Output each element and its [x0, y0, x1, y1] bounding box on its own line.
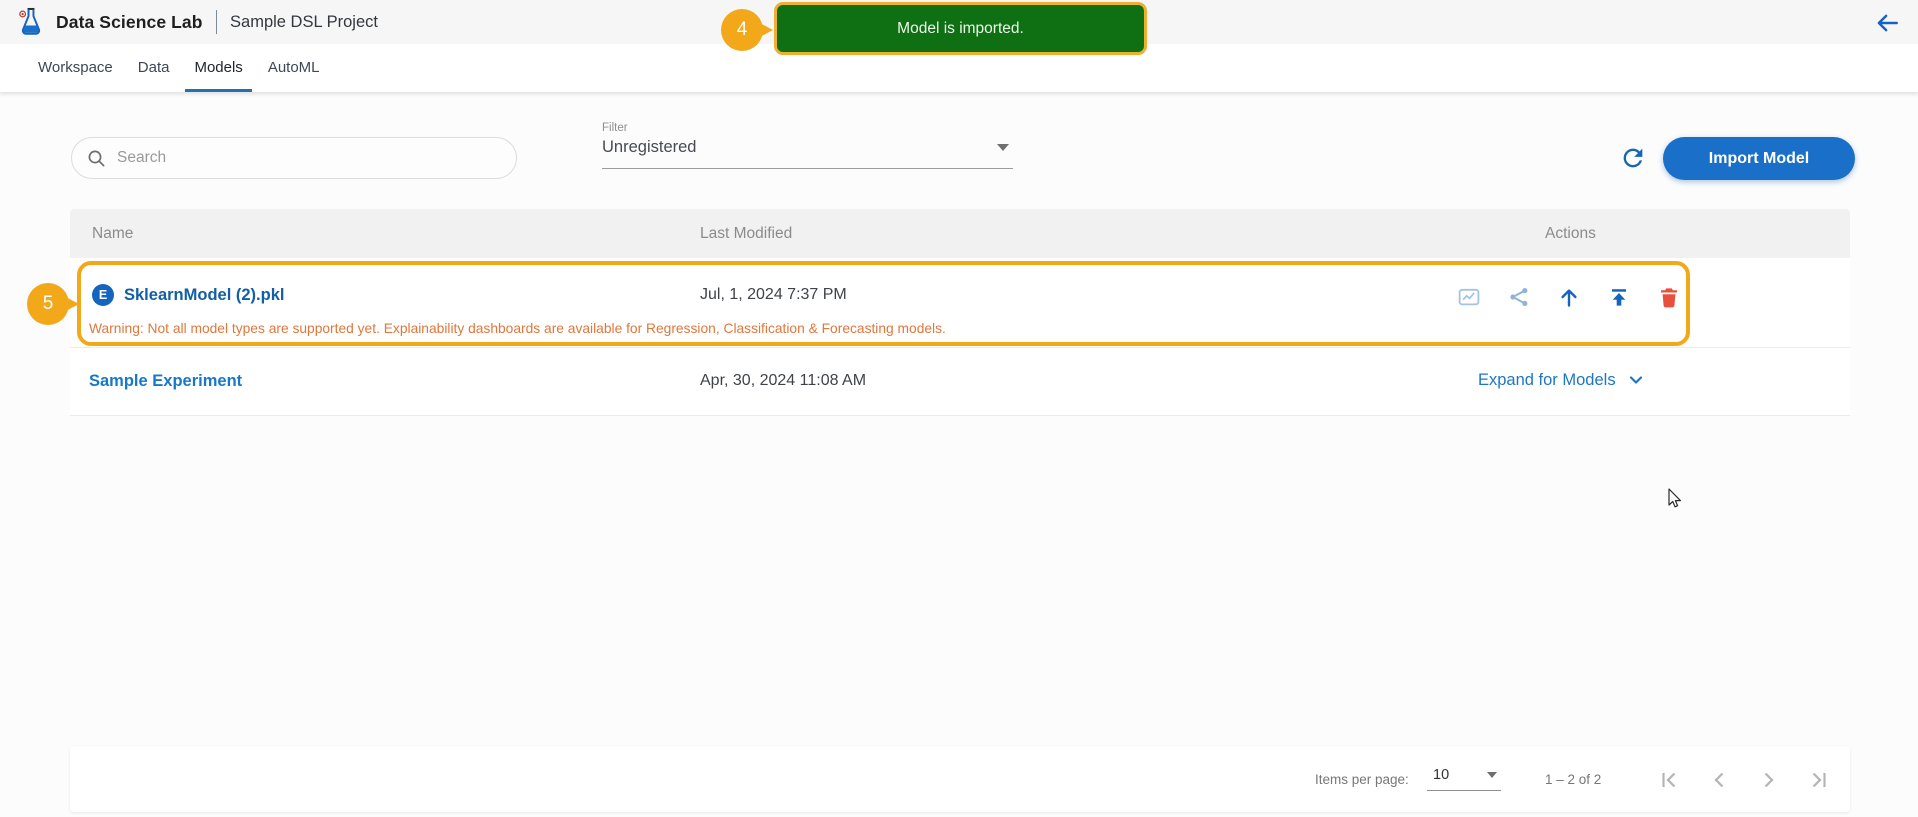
refresh-icon[interactable]	[1616, 142, 1650, 176]
expand-for-models-link[interactable]: Expand for Models	[1478, 370, 1646, 390]
experiment-name-link[interactable]: Sample Experiment	[89, 372, 242, 391]
column-header-name: Name	[92, 225, 134, 242]
back-arrow-icon[interactable]	[1870, 6, 1904, 40]
expand-for-models-label: Expand for Models	[1478, 370, 1616, 389]
delete-trash-icon[interactable]	[1657, 285, 1681, 309]
register-up-arrow-icon[interactable]	[1557, 285, 1581, 309]
filter-select[interactable]: Filter Unregistered	[602, 122, 1013, 169]
app-logo-flask-icon	[16, 6, 46, 38]
filter-label: Filter	[602, 122, 628, 134]
table-row-sample-experiment[interactable]: Sample Experiment Apr, 30, 2024 11:08 AM…	[70, 348, 1850, 416]
chevron-down-icon	[1629, 376, 1642, 384]
model-warning-text: Warning: Not all model types are support…	[89, 321, 946, 336]
search-box	[71, 137, 517, 179]
previous-page-icon[interactable]	[1708, 769, 1730, 791]
annotation-step-4-marker: 4	[721, 9, 773, 51]
upload-to-top-icon[interactable]	[1607, 285, 1631, 309]
filter-caret-down-icon	[997, 144, 1009, 151]
first-page-icon[interactable]	[1658, 769, 1680, 791]
items-per-page-select[interactable]: 10	[1427, 767, 1501, 791]
toast-model-imported: Model is imported.	[774, 2, 1147, 55]
table-row-sklearn-model[interactable]: E SklearnModel (2).pkl Jul, 1, 2024 7:37…	[70, 258, 1850, 348]
title-divider	[215, 10, 218, 34]
annotation-step-5-marker: 5	[27, 283, 79, 325]
column-header-actions: Actions	[1545, 225, 1596, 242]
table-pagination-bar: Items per page: 10 1 – 2 of 2	[70, 746, 1850, 812]
model-name-link[interactable]: SklearnModel (2).pkl	[124, 286, 284, 305]
search-input[interactable]	[117, 149, 501, 167]
tab-data[interactable]: Data	[138, 44, 170, 92]
items-per-page-caret-icon	[1487, 772, 1497, 778]
tab-automl[interactable]: AutoML	[268, 44, 320, 92]
items-per-page-label: Items per page:	[1315, 772, 1409, 787]
share-icon[interactable]	[1507, 285, 1531, 309]
mouse-cursor	[1665, 487, 1683, 516]
tab-workspace[interactable]: Workspace	[38, 44, 113, 92]
filter-selected-value: Unregistered	[602, 138, 697, 156]
tab-models[interactable]: Models	[185, 44, 253, 92]
items-per-page-value: 10	[1433, 767, 1450, 783]
search-icon	[87, 149, 106, 168]
dashboard-chart-icon[interactable]	[1457, 285, 1481, 309]
column-header-last-modified: Last Modified	[700, 225, 793, 242]
last-modified-value: Jul, 1, 2024 7:37 PM	[700, 286, 847, 303]
models-table: Name Last Modified Actions E SklearnMode…	[70, 209, 1850, 416]
pagination-range-label: 1 – 2 of 2	[1545, 772, 1602, 787]
next-page-icon[interactable]	[1758, 769, 1780, 791]
import-model-button[interactable]: Import Model	[1663, 137, 1855, 180]
app-title: Data Science Lab	[56, 11, 203, 32]
last-modified-value: Apr, 30, 2024 11:08 AM	[700, 372, 867, 389]
experiment-model-icon: E	[92, 284, 114, 306]
last-page-icon[interactable]	[1808, 769, 1830, 791]
pagination-controls	[1658, 769, 1830, 791]
project-name: Sample DSL Project	[230, 12, 378, 31]
row-actions	[1457, 285, 1681, 309]
table-header-row: Name Last Modified Actions	[70, 209, 1850, 258]
